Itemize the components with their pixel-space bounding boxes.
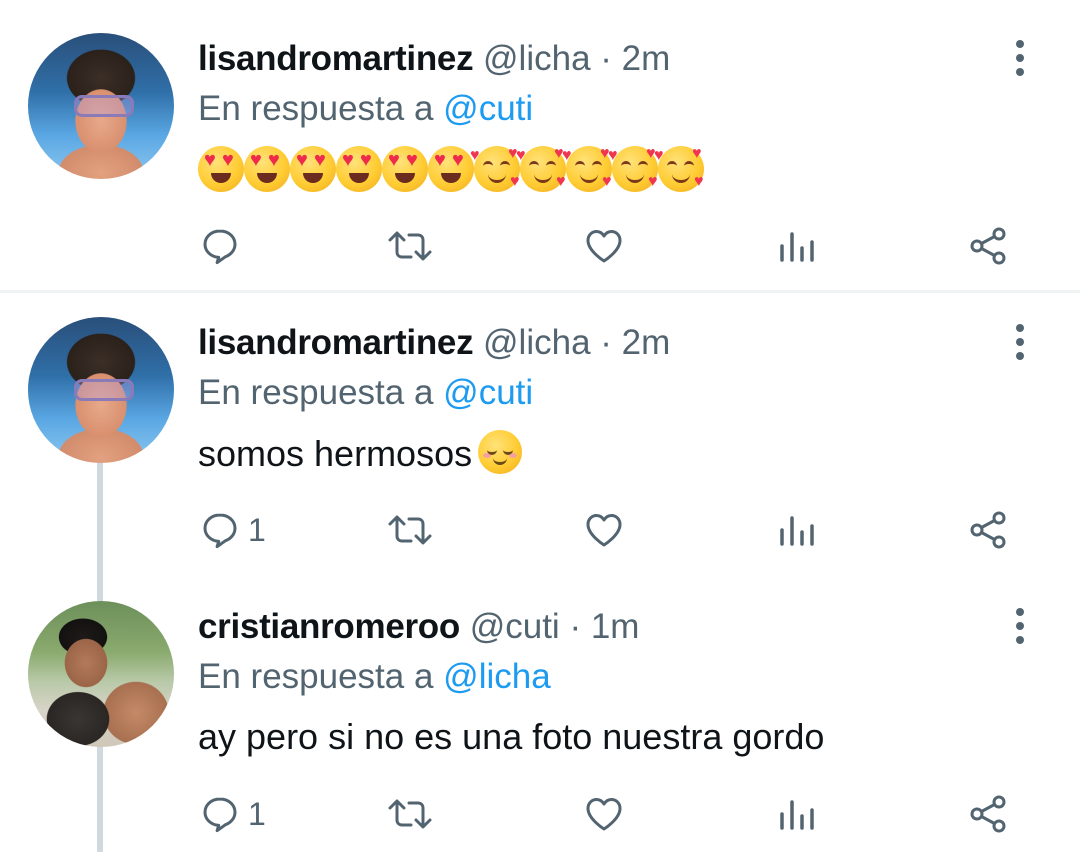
reply-count: 1 [248,512,266,548]
like-icon [586,514,622,547]
more-options-icon[interactable] [1008,40,1032,80]
reply-icon [203,797,237,833]
more-options-icon[interactable] [1008,608,1032,648]
timestamp[interactable]: 2m [622,39,671,78]
tweet-header: lisandromartinez @licha · 2m [198,36,670,82]
smiling-hearts-emoji: ♥ ♥ ♥ [654,145,704,192]
smiling-hearts-emoji: ♥ ♥ ♥ [516,145,566,192]
tweet[interactable]: lisandromartinez @licha · 2m En respuest… [0,0,1080,290]
tweet-text: ay pero si no es una foto nuestra gordo [198,714,824,760]
retweet-button[interactable] [386,510,434,550]
retweet-icon [388,799,432,829]
timestamp[interactable]: 2m [622,323,671,362]
reply-icon [203,513,237,549]
views-button[interactable] [777,794,817,834]
retweet-icon [388,515,432,545]
display-name[interactable]: cristianromeroo [198,607,460,646]
reply-context: En respuesta a @cuti [198,86,533,132]
display-name[interactable]: lisandromartinez [198,323,474,362]
smiling-hearts-emoji: ♥ ♥ ♥ [608,145,658,192]
like-button[interactable] [584,510,624,550]
avatar[interactable] [28,601,174,747]
views-icon [780,516,814,546]
like-icon [586,230,622,263]
views-button[interactable] [777,510,817,550]
reply-count: 1 [248,796,266,832]
tweet-header: cristianromeroo @cuti · 1m [198,604,639,650]
smiling-hearts-emoji: ♥ ♥ ♥ [562,145,612,192]
share-icon [970,227,1006,265]
separator: · [600,323,612,362]
reply-button[interactable]: 1 [200,794,266,834]
reply-context: En respuesta a @licha [198,654,551,700]
heart-eyes-emoji [382,146,428,192]
tweet-text-value: ay pero si no es una foto nuestra gordo [198,716,825,757]
heart-eyes-emoji [290,146,336,192]
retweet-button[interactable] [386,794,434,834]
user-handle[interactable]: @cuti [470,607,560,646]
reply-icon [203,229,237,265]
retweet-button[interactable] [386,226,434,266]
reply-context: En respuesta a @cuti [198,370,533,416]
tweet-text: 😍😍😍😍😍😍🥰🥰🥰🥰🥰 ♥♥♥ ♥♥♥ ♥♥♥ ♥♥♥ ♥♥♥ [198,146,704,192]
display-name[interactable]: lisandromartinez [198,39,474,78]
reply-prefix: En respuesta a [198,89,434,128]
tweet-actions: 1 [0,794,1080,834]
separator: · [569,607,582,646]
separator: · [600,39,612,78]
tweet-text-value: somos hermosos [198,433,473,474]
smiling-hearts-emoji: ♥ ♥ ♥ [470,145,520,192]
tweet-text: somos hermosos [198,430,523,477]
retweet-icon [388,231,432,261]
heart-eyes-emoji [198,146,244,192]
user-handle[interactable]: @licha [483,39,591,78]
share-button[interactable] [968,794,1008,834]
views-button[interactable] [777,226,817,266]
views-icon [780,800,814,830]
tweet-header: lisandromartinez @licha · 2m [198,320,670,366]
avatar[interactable] [28,33,174,179]
share-icon [970,795,1006,833]
reply-prefix: En respuesta a [198,657,434,696]
reply-mention[interactable]: @cuti [443,373,533,412]
avatar[interactable] [28,317,174,463]
like-icon [586,798,622,831]
heart-eyes-emoji [244,146,290,192]
share-button[interactable] [968,226,1008,266]
reply-button[interactable] [200,226,248,266]
user-handle[interactable]: @licha [483,323,591,362]
share-button[interactable] [968,510,1008,550]
tweet-actions: 1 [0,510,1080,550]
tweet[interactable]: cristianromeroo @cuti · 1m En respuesta … [0,568,1080,852]
reply-mention[interactable]: @cuti [443,89,533,128]
reply-button[interactable]: 1 [200,510,266,550]
heart-eyes-emoji [336,146,382,192]
timestamp[interactable]: 1m [591,607,640,646]
relieved-face-emoji [478,430,523,474]
more-options-icon[interactable] [1008,324,1032,364]
like-button[interactable] [584,226,624,266]
tweet-actions [0,226,1080,266]
heart-eyes-emoji [428,146,474,192]
views-icon [780,232,814,262]
share-icon [970,511,1006,549]
like-button[interactable] [584,794,624,834]
reply-mention[interactable]: @licha [443,657,551,696]
tweet[interactable]: lisandromartinez @licha · 2m En respuest… [0,284,1080,604]
reply-prefix: En respuesta a [198,373,434,412]
